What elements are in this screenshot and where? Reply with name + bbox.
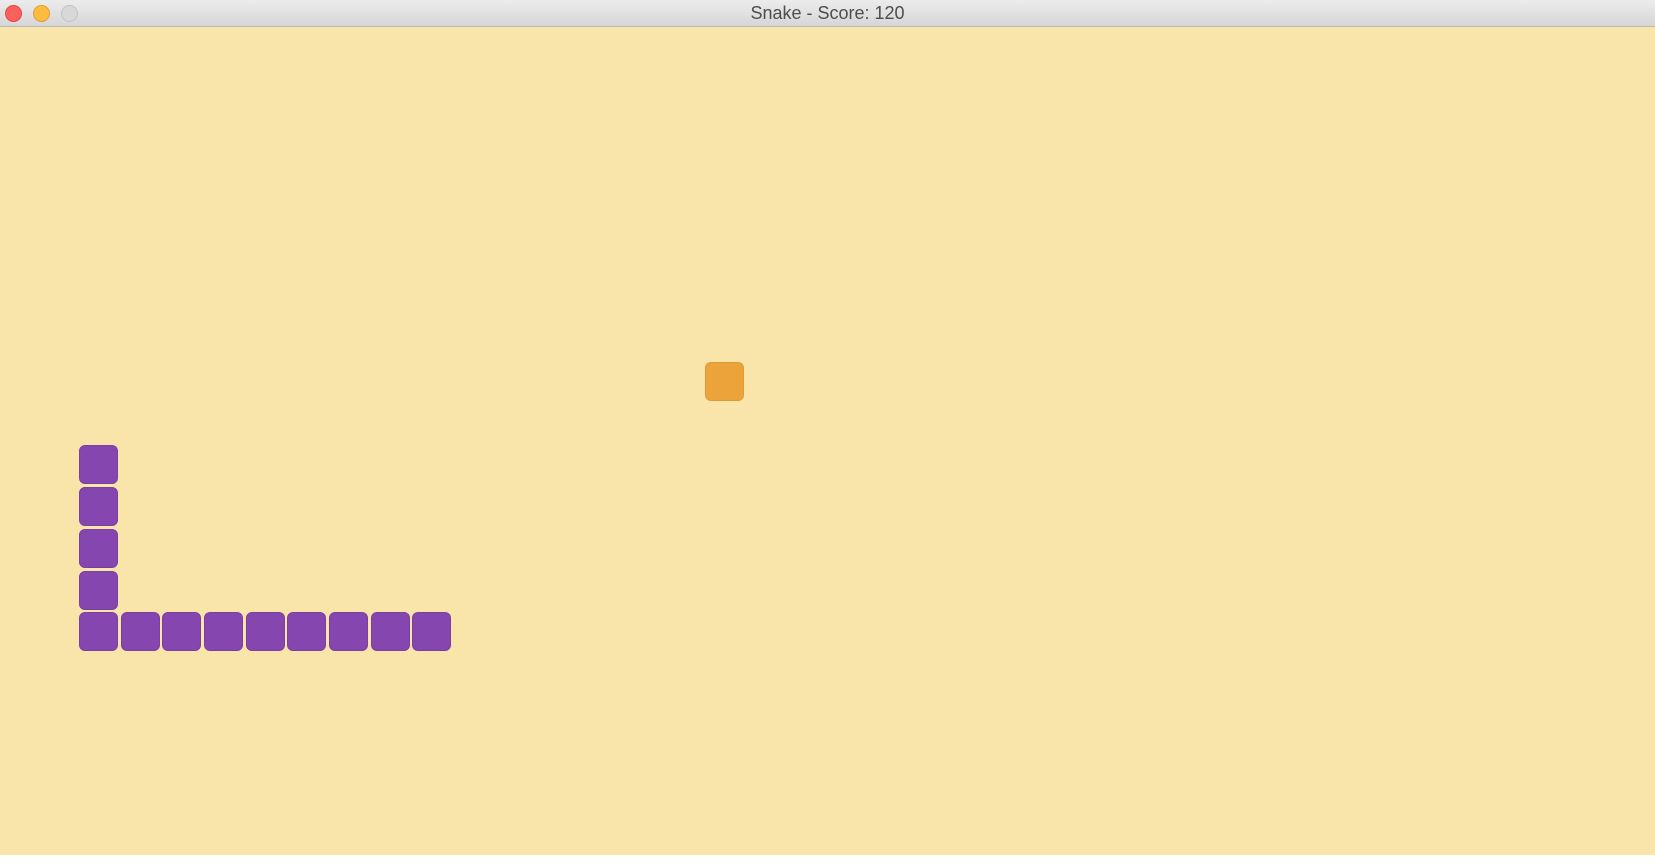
snake-segment xyxy=(162,612,201,651)
snake-segment xyxy=(204,612,243,651)
snake-segment xyxy=(79,529,118,568)
game-board[interactable] xyxy=(0,27,1655,855)
window-title: Snake - Score: 120 xyxy=(750,3,905,23)
snake-segment xyxy=(246,612,285,651)
snake-segment xyxy=(287,612,326,651)
snake-segment xyxy=(79,487,118,526)
snake-segment xyxy=(121,612,160,651)
title-bar[interactable]: Snake - Score: 120 xyxy=(0,0,1655,27)
snake-segment xyxy=(79,571,118,610)
snake-segment xyxy=(329,612,368,651)
snake-segment xyxy=(79,445,118,484)
snake-segment xyxy=(79,612,118,651)
food-pellet xyxy=(705,362,744,401)
snake-segment xyxy=(412,612,451,651)
snake-segment xyxy=(371,612,410,651)
snake-window: Snake - Score: 120 xyxy=(0,0,1655,864)
